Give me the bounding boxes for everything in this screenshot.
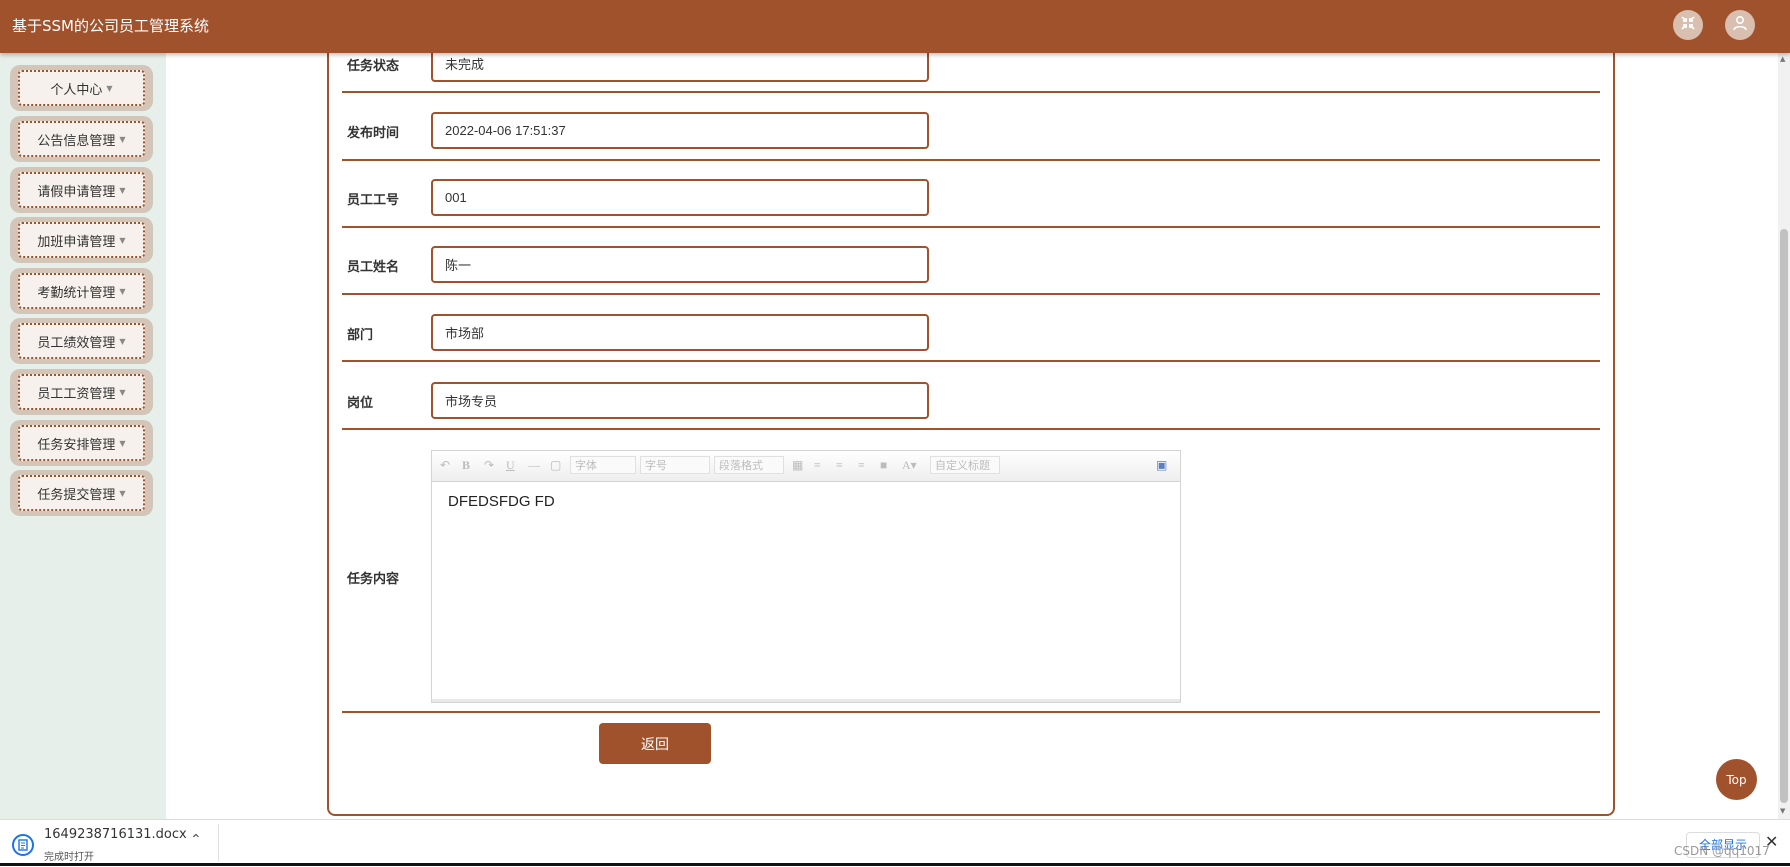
employee-id-field[interactable] <box>431 179 929 216</box>
sidebar-item-box: 考勤统计管理 ▼ <box>18 273 145 309</box>
chevron-down-icon: ▼ <box>119 336 126 346</box>
underline-icon[interactable]: U <box>506 458 515 473</box>
sidebar-item-performance[interactable]: 员工绩效管理 ▼ <box>10 318 153 364</box>
sidebar-item-box: 员工绩效管理 ▼ <box>18 323 145 359</box>
sidebar-item-box: 员工工资管理 ▼ <box>18 374 145 410</box>
user-icon <box>1732 15 1748 35</box>
chevron-down-icon: ▼ <box>119 438 126 448</box>
paste-icon[interactable]: ▢ <box>550 458 561 473</box>
row-divider <box>342 711 1600 713</box>
sidebar-item-announcement[interactable]: 公告信息管理 ▼ <box>10 116 153 162</box>
row-divider <box>342 428 1600 430</box>
sidebar-item-label: 员工工资管理 <box>37 386 116 402</box>
bold-icon[interactable]: B <box>462 458 470 473</box>
position-field[interactable] <box>431 382 929 419</box>
sidebar-item-label: 个人中心 <box>50 82 103 98</box>
row-divider <box>342 293 1600 295</box>
watermark: CSDN @qq1017 <box>1674 844 1770 858</box>
chevron-down-icon: ▼ <box>119 387 126 397</box>
sidebar-item-box: 任务提交管理 ▼ <box>18 475 145 511</box>
chevron-down-icon: ▼ <box>119 235 126 245</box>
chevron-down-icon: ▼ <box>119 286 126 296</box>
fullscreen-button[interactable] <box>1673 10 1703 40</box>
sidebar-item-box: 公告信息管理 ▼ <box>18 121 145 157</box>
sidebar-item-box: 请假申请管理 ▼ <box>18 172 145 208</box>
department-label: 部门 <box>347 328 374 343</box>
download-status: 完成时打开 <box>44 852 94 863</box>
download-bar: 1649238716131.docx 完成时打开 ⌃ 全部显示 CSDN @qq… <box>0 819 1790 867</box>
fullscreen-exit-icon <box>1680 15 1696 35</box>
position-label: 岗位 <box>347 396 374 411</box>
align-center-icon[interactable]: ≡ <box>858 458 865 473</box>
divider <box>218 824 219 862</box>
task-status-label: 任务状态 <box>347 59 400 74</box>
sidebar-item-personal-center[interactable]: 个人中心 ▼ <box>10 65 153 111</box>
publish-time-field[interactable] <box>431 112 929 149</box>
app-title: 基于SSM的公司员工管理系统 <box>12 17 209 35</box>
paragraph-format-select[interactable]: 段落格式 <box>714 456 784 474</box>
download-filename[interactable]: 1649238716131.docx <box>44 827 187 842</box>
redo-icon[interactable]: ↷ <box>484 458 494 473</box>
document-icon <box>12 834 34 856</box>
scrollbar-thumb[interactable] <box>1780 229 1788 803</box>
chevron-down-icon: ▼ <box>106 83 113 93</box>
sidebar-item-box: 个人中心 ▼ <box>18 70 145 106</box>
fullscreen-icon[interactable]: ▣ <box>1156 458 1167 473</box>
back-button[interactable]: 返回 <box>599 723 711 764</box>
horizontal-rule-icon[interactable]: — <box>528 458 540 473</box>
sidebar-item-task-submit[interactable]: 任务提交管理 ▼ <box>10 470 153 516</box>
editor-toolbar: ↶ B ↷ U — ▢ 字体 字号 段落格式 ▦ ≡ ≡ ≡ ■ A▾ 自定义标… <box>432 451 1180 482</box>
sidebar-item-label: 考勤统计管理 <box>37 285 116 301</box>
back-to-top-button[interactable]: Top <box>1716 759 1757 800</box>
chevron-down-icon: ▼ <box>119 134 126 144</box>
sidebar-item-overtime[interactable]: 加班申请管理 ▼ <box>10 217 153 263</box>
sidebar-item-label: 公告信息管理 <box>37 133 116 149</box>
sidebar-item-label: 任务安排管理 <box>37 437 116 453</box>
sidebar-item-task-arrange[interactable]: 任务安排管理 ▼ <box>10 420 153 466</box>
employee-name-label: 员工姓名 <box>347 260 400 275</box>
top-bar: 基于SSM的公司员工管理系统 <box>0 0 1790 53</box>
sidebar-item-attendance[interactable]: 考勤统计管理 ▼ <box>10 268 153 314</box>
row-divider <box>342 91 1600 93</box>
font-size-select[interactable]: 字号 <box>640 456 710 474</box>
chevron-up-icon[interactable]: ⌃ <box>190 832 202 848</box>
rich-text-editor[interactable]: ↶ B ↷ U — ▢ 字体 字号 段落格式 ▦ ≡ ≡ ≡ ■ A▾ 自定义标… <box>431 450 1181 703</box>
sidebar-item-box: 任务安排管理 ▼ <box>18 425 145 461</box>
page-scrollbar[interactable]: ▲ ▼ <box>1778 53 1790 819</box>
align-left-icon[interactable]: ≡ <box>814 458 821 473</box>
department-field[interactable] <box>431 314 929 351</box>
sidebar-item-label: 员工绩效管理 <box>37 335 116 351</box>
sidebar-item-salary[interactable]: 员工工资管理 ▼ <box>10 369 153 415</box>
user-menu-button[interactable] <box>1725 10 1755 40</box>
sidebar-item-leave[interactable]: 请假申请管理 ▼ <box>10 167 153 213</box>
chevron-down-icon: ▼ <box>119 185 126 195</box>
row-divider <box>342 159 1600 161</box>
font-color-icon[interactable]: A▾ <box>902 458 917 473</box>
scroll-down-icon[interactable]: ▼ <box>1780 807 1785 815</box>
row-divider <box>342 226 1600 228</box>
employee-id-label: 员工工号 <box>347 193 400 208</box>
task-content-label: 任务内容 <box>347 572 400 587</box>
font-family-select[interactable]: 字体 <box>570 456 636 474</box>
row-divider <box>342 360 1600 362</box>
custom-title-select[interactable]: 自定义标题 <box>930 456 1000 474</box>
table-icon[interactable]: ▦ <box>792 458 803 473</box>
scroll-up-icon[interactable]: ▲ <box>1780 55 1785 63</box>
justify-icon[interactable]: ■ <box>880 458 887 473</box>
close-icon[interactable]: ✕ <box>1765 832 1778 851</box>
chevron-down-icon: ▼ <box>119 488 126 498</box>
sidebar-item-label: 请假申请管理 <box>37 184 116 200</box>
undo-icon[interactable]: ↶ <box>440 458 450 473</box>
employee-name-field[interactable] <box>431 246 929 283</box>
align-right-icon[interactable]: ≡ <box>836 458 843 473</box>
publish-time-label: 发布时间 <box>347 126 400 141</box>
sidebar-item-label: 任务提交管理 <box>37 487 116 503</box>
editor-footer <box>432 699 1180 702</box>
sidebar-item-box: 加班申请管理 ▼ <box>18 222 145 258</box>
sidebar-item-label: 加班申请管理 <box>37 234 116 250</box>
editor-content[interactable]: DFEDSFDG FD <box>448 493 555 510</box>
sidebar: 个人中心 ▼ 公告信息管理 ▼ 请假申请管理 ▼ 加班申请管理 ▼ 考勤统计管理… <box>0 53 166 819</box>
